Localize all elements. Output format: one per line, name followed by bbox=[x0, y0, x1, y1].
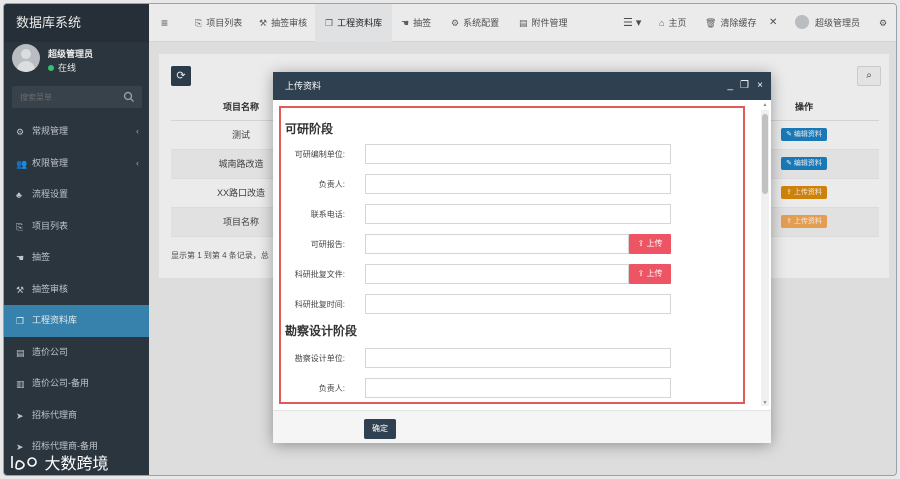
form-row: 负责人: bbox=[281, 378, 741, 400]
modal-scrollbar[interactable]: ▲ ▼ bbox=[761, 102, 769, 406]
field-label: 科研批复文件: bbox=[294, 270, 345, 279]
watermark-text: 大数跨境 bbox=[44, 456, 109, 473]
field-label: 负责人: bbox=[318, 384, 345, 393]
scroll-down-icon[interactable]: ▼ bbox=[761, 400, 769, 406]
section-feasibility: 可研阶段 bbox=[285, 122, 334, 136]
field-label: 科研批复时间: bbox=[294, 300, 345, 309]
maximize-icon[interactable]: ❐ bbox=[740, 72, 749, 100]
form-row: 可研报告: ⇪ 上传 bbox=[281, 234, 741, 256]
upload-button[interactable]: ⇪ 上传 bbox=[629, 264, 671, 284]
field-label: 勘察设计单位: bbox=[294, 354, 345, 363]
form-row: 联系电话: bbox=[281, 204, 741, 226]
watermark-logo-icon bbox=[11, 456, 37, 470]
file-path-input[interactable] bbox=[365, 234, 629, 254]
form-highlight-box: 可研阶段 勘察设计阶段 可研编制单位: 负责人: 联系电话: 可研报告: ⇪ 上传 科研批… bbox=[279, 106, 745, 404]
close-icon[interactable]: × bbox=[757, 72, 763, 100]
confirm-button[interactable]: 确定 bbox=[364, 419, 396, 439]
watermark: 大数跨境 bbox=[10, 450, 108, 474]
text-field[interactable] bbox=[365, 348, 671, 368]
field-label: 负责人: bbox=[318, 180, 345, 189]
modal-footer: 确定 bbox=[273, 410, 771, 443]
text-field[interactable] bbox=[365, 294, 671, 314]
field-label: 可研报告: bbox=[310, 240, 345, 249]
text-field[interactable] bbox=[365, 378, 671, 398]
form-row: 科研批复文件: ⇪ 上传 bbox=[281, 264, 741, 286]
form-row: 可研编制单位: bbox=[281, 144, 741, 166]
text-field[interactable] bbox=[365, 144, 671, 164]
form-row: 负责人: bbox=[281, 174, 741, 196]
modal-header: 上传资料 _ ❐ × bbox=[273, 72, 771, 100]
upload-label: 上传 bbox=[646, 239, 663, 248]
scroll-up-icon[interactable]: ▲ bbox=[761, 102, 769, 108]
minimize-icon[interactable]: _ bbox=[727, 72, 733, 100]
form-row: 科研批复时间: bbox=[281, 294, 741, 316]
text-field[interactable] bbox=[365, 204, 671, 224]
modal-body: 可研阶段 勘察设计阶段 可研编制单位: 负责人: 联系电话: 可研报告: ⇪ 上传 科研批… bbox=[273, 100, 771, 410]
app-window: 数据库系统 超级管理员 在线 ⚙常规管理‹👥权限管理‹♣流程设置⎘项目列表☚抽签… bbox=[3, 3, 897, 476]
upload-modal: 上传资料 _ ❐ × 可研阶段 勘察设计阶段 可研编制单位: 负责人: 联系电话: 可… bbox=[273, 72, 771, 443]
modal-title: 上传资料 bbox=[285, 81, 322, 91]
section-survey-design: 勘察设计阶段 bbox=[285, 324, 358, 338]
scroll-thumb[interactable] bbox=[762, 114, 768, 194]
field-label: 联系电话: bbox=[310, 210, 345, 219]
form-row: 勘察设计单位: bbox=[281, 348, 741, 370]
upload-button[interactable]: ⇪ 上传 bbox=[629, 234, 671, 254]
text-field[interactable] bbox=[365, 174, 671, 194]
field-label: 可研编制单位: bbox=[294, 150, 345, 159]
file-path-input[interactable] bbox=[365, 264, 629, 284]
upload-label: 上传 bbox=[646, 269, 663, 278]
